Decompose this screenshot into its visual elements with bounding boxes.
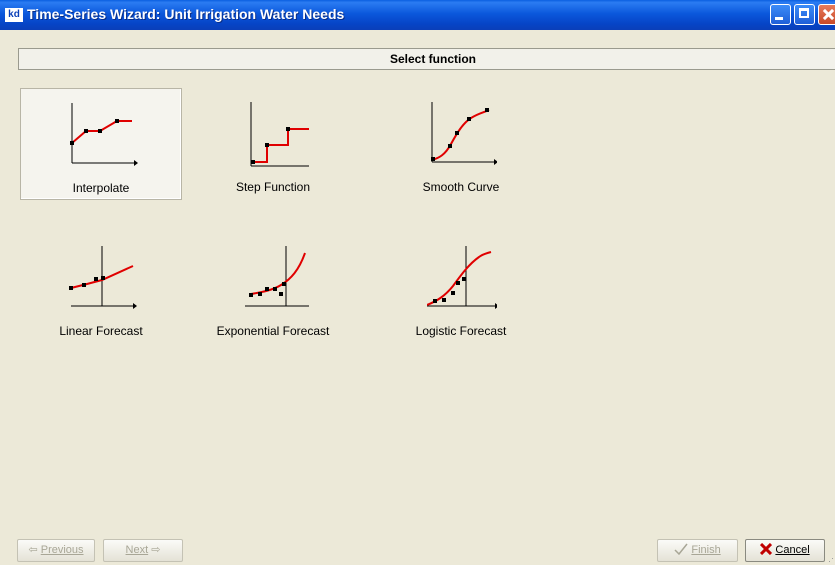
- window-title: Time-Series Wizard: Unit Irrigation Wate…: [27, 6, 345, 22]
- cancel-button-label: Cancel: [775, 544, 810, 556]
- app-icon: kd: [5, 8, 23, 22]
- previous-button-label: Previous: [40, 544, 84, 556]
- next-button-label: Next: [125, 544, 149, 556]
- arrow-right-icon: ⇨: [151, 544, 161, 556]
- finish-button[interactable]: Finish: [657, 539, 738, 562]
- resize-grip-icon[interactable]: ⋰: [828, 553, 835, 563]
- minimize-button[interactable]: [770, 4, 791, 25]
- checkmark-icon: [674, 543, 688, 556]
- step-function-graph-icon: [250, 102, 309, 167]
- function-label: Step Function: [235, 180, 311, 194]
- next-button[interactable]: Next ⇨: [103, 539, 183, 562]
- function-label: Linear Forecast: [59, 324, 143, 338]
- title-bar[interactable]: kd Time-Series Wizard: Unit Irrigation W…: [0, 0, 835, 30]
- function-tile-smooth-curve[interactable]: Smooth Curve: [380, 88, 542, 200]
- function-label: Exponential Forecast: [216, 324, 330, 338]
- function-label: Smooth Curve: [422, 180, 500, 194]
- maximize-button[interactable]: [794, 4, 815, 25]
- function-tile-logistic-forecast[interactable]: Logistic Forecast: [380, 232, 542, 344]
- logistic-forecast-graph-icon: [427, 246, 497, 309]
- linear-forecast-graph-icon: [69, 246, 137, 309]
- function-tile-step-function[interactable]: Step Function: [192, 88, 354, 200]
- function-tile-linear-forecast[interactable]: Linear Forecast: [20, 232, 182, 344]
- interpolate-graph-icon: [70, 103, 138, 166]
- section-header: Select function: [18, 48, 835, 70]
- smooth-curve-graph-icon: [431, 102, 497, 165]
- cancel-button[interactable]: Cancel: [745, 539, 825, 562]
- cancel-x-icon: [760, 542, 773, 556]
- function-label: Interpolate: [72, 181, 130, 195]
- arrow-left-icon: ⇦: [28, 544, 38, 556]
- function-tile-exponential-forecast[interactable]: Exponential Forecast: [192, 232, 354, 344]
- close-button[interactable]: [818, 4, 835, 25]
- finish-button-label: Finish: [691, 544, 721, 556]
- function-tile-interpolate[interactable]: Interpolate: [20, 88, 182, 200]
- previous-button[interactable]: ⇦ Previous: [17, 539, 95, 562]
- exponential-forecast-graph-icon: [245, 246, 309, 307]
- function-label: Logistic Forecast: [415, 324, 507, 338]
